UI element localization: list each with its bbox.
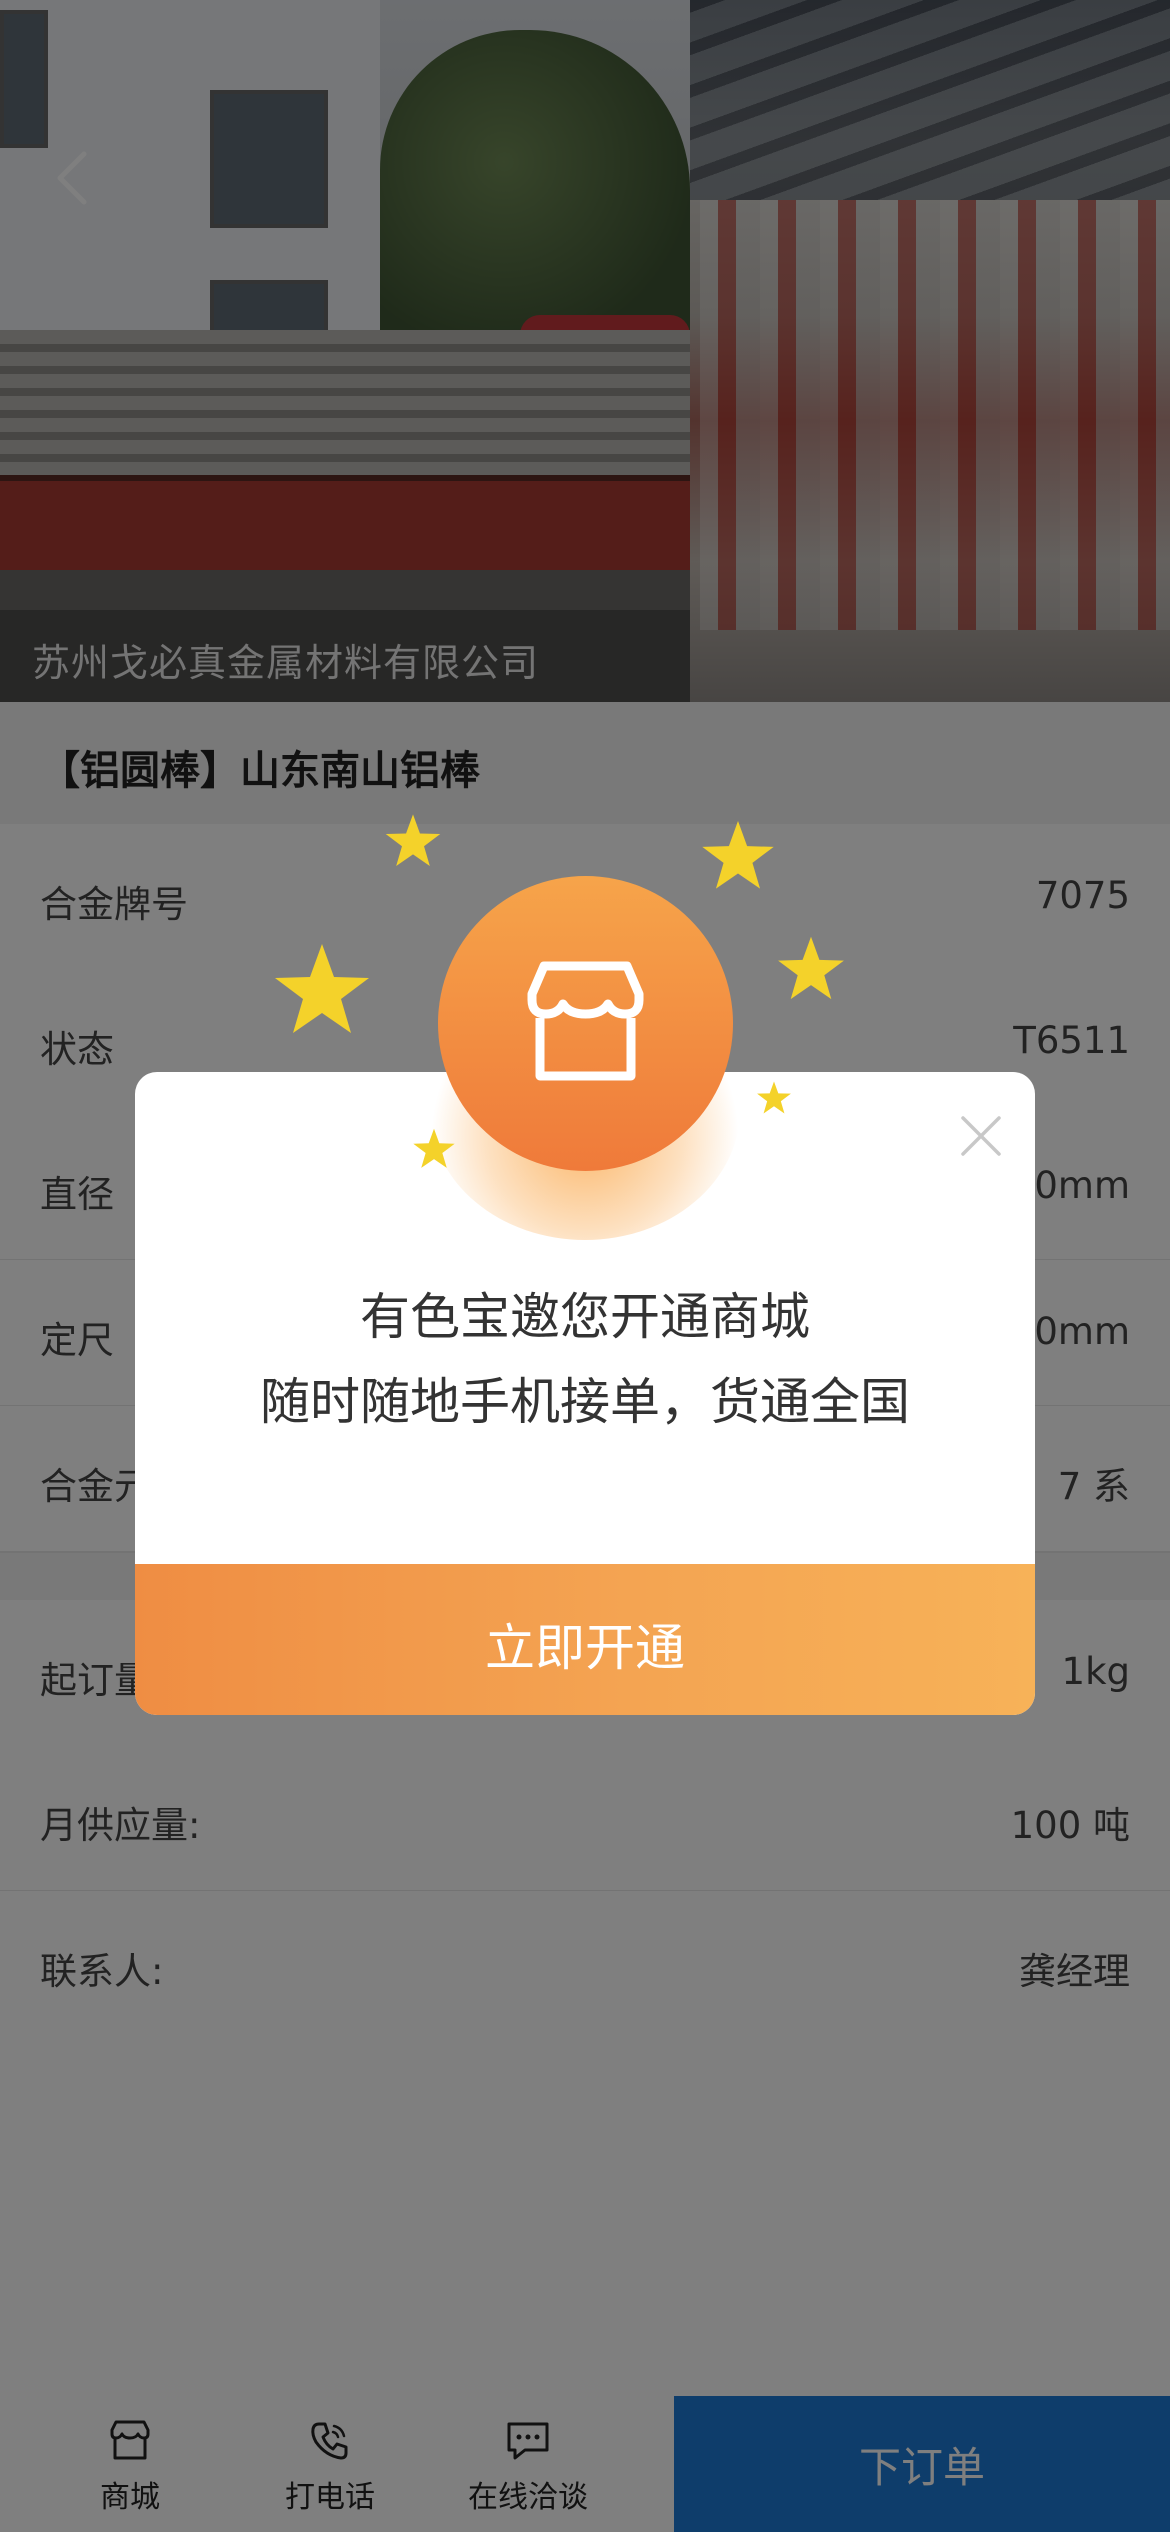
star-icon [778, 936, 844, 1000]
store-badge [438, 876, 733, 1171]
open-now-label: 立即开通 [485, 1619, 685, 1677]
close-icon [961, 1116, 1001, 1156]
star-icon [757, 1081, 791, 1114]
dialog-subheading: 随时随地手机接单，货通全国 [260, 1373, 910, 1431]
close-dialog-button[interactable] [953, 1108, 1009, 1164]
star-icon [385, 814, 441, 866]
star-icon [702, 821, 774, 889]
star-icon [413, 1128, 455, 1168]
store-icon [527, 961, 644, 1081]
dialog-heading: 有色宝邀您开通商城 [360, 1288, 810, 1346]
open-now-button[interactable]: 立即开通 [135, 1564, 1035, 1715]
star-icon [275, 944, 369, 1033]
